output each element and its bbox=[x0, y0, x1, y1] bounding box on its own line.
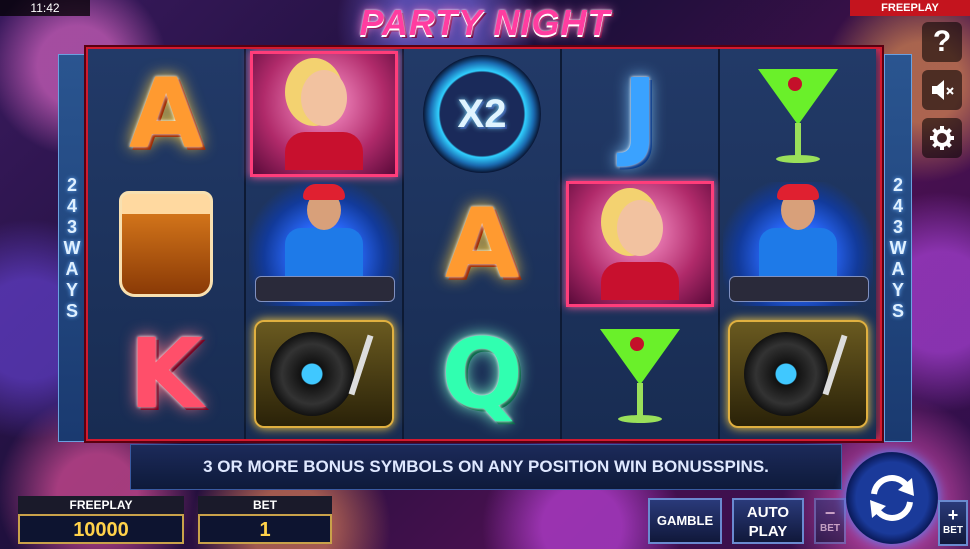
bet-panel: BET 1 bbox=[198, 496, 332, 546]
ways-char: 4 bbox=[892, 195, 903, 216]
balance-panel: FREEPLAY 10000 bbox=[18, 496, 184, 546]
ways-banner-left: 2 4 3 W A Y S bbox=[58, 54, 86, 442]
ways-char: Y bbox=[891, 279, 904, 300]
ways-char: Y bbox=[65, 279, 78, 300]
settings-button[interactable] bbox=[922, 118, 962, 158]
sound-muted-icon bbox=[932, 80, 954, 100]
play-mode-badge: FREEPLAY bbox=[850, 0, 970, 16]
reel-cell bbox=[246, 179, 402, 309]
reel-cell: A bbox=[88, 49, 244, 179]
autoplay-button[interactable]: AUTO PLAY bbox=[732, 498, 804, 544]
ways-char: S bbox=[891, 300, 904, 321]
gear-icon bbox=[930, 126, 954, 150]
turntable-symbol bbox=[254, 320, 394, 428]
sound-button[interactable] bbox=[922, 70, 962, 110]
letter-a-symbol: A bbox=[444, 188, 520, 300]
ways-char: W bbox=[889, 237, 907, 258]
martini-symbol bbox=[748, 59, 848, 169]
x2-multiplier-symbol: X2 bbox=[423, 55, 541, 173]
game-title: PARTY NIGHT bbox=[359, 2, 611, 43]
autoplay-label-line1: AUTO bbox=[746, 504, 790, 521]
letter-q-symbol: Q bbox=[441, 318, 523, 430]
info-message-bar: 3 OR MORE BONUS SYMBOLS ON ANY POSITION … bbox=[130, 444, 842, 490]
ways-char: W bbox=[63, 237, 81, 258]
ways-char: A bbox=[65, 258, 79, 279]
ways-banner-right: 2 4 3 W A Y S bbox=[884, 54, 912, 442]
reel-cell bbox=[720, 309, 876, 439]
clock-time: 11:42 bbox=[0, 0, 90, 16]
reel-cell: A bbox=[404, 179, 560, 309]
reel-cell: Q bbox=[404, 309, 560, 439]
woman-symbol bbox=[250, 51, 398, 177]
reel-3: X2 A Q bbox=[404, 49, 562, 439]
balance-value: 10000 bbox=[18, 514, 184, 544]
reel-cell bbox=[246, 309, 402, 439]
reel-5 bbox=[720, 49, 876, 439]
turntable-symbol bbox=[728, 320, 868, 428]
bet-decrease-label: BET bbox=[820, 523, 840, 534]
spin-button[interactable] bbox=[846, 452, 938, 544]
reel-cell: X2 bbox=[404, 49, 560, 179]
reel-cell bbox=[720, 49, 876, 179]
ways-char: 3 bbox=[892, 216, 903, 237]
ways-char: 4 bbox=[66, 195, 77, 216]
help-icon: ? bbox=[932, 25, 952, 58]
reel-area: A K X2 A Q J bbox=[86, 47, 882, 441]
ways-char: 3 bbox=[66, 216, 77, 237]
reel-cell bbox=[562, 309, 718, 439]
whisky-glass-symbol bbox=[119, 191, 213, 297]
reel-cell bbox=[88, 179, 244, 309]
dj-symbol bbox=[249, 182, 399, 306]
martini-symbol bbox=[590, 319, 690, 429]
reel-cell bbox=[720, 179, 876, 309]
reel-cell: K bbox=[88, 309, 244, 439]
ways-char: A bbox=[891, 258, 905, 279]
ways-char: S bbox=[65, 300, 78, 321]
woman-symbol bbox=[566, 181, 714, 307]
autoplay-label-line2: PLAY bbox=[748, 523, 788, 540]
bet-label: BET bbox=[198, 496, 332, 514]
reel-cell bbox=[246, 49, 402, 179]
bet-value: 1 bbox=[198, 514, 332, 544]
help-button[interactable]: ? bbox=[922, 22, 962, 62]
dj-symbol bbox=[723, 182, 873, 306]
reel-cell bbox=[562, 179, 718, 309]
letter-j-symbol: J bbox=[622, 58, 658, 170]
reel-2 bbox=[246, 49, 404, 439]
letter-a-symbol: A bbox=[128, 58, 204, 170]
spin-arrows-icon bbox=[870, 475, 914, 521]
reel-1: A K bbox=[88, 49, 246, 439]
minus-icon: − bbox=[824, 503, 836, 523]
ways-char: 2 bbox=[892, 174, 903, 195]
gamble-button[interactable]: GAMBLE bbox=[648, 498, 722, 544]
balance-label: FREEPLAY bbox=[18, 496, 184, 514]
ways-char: 2 bbox=[66, 174, 77, 195]
plus-icon: + bbox=[947, 505, 959, 525]
bet-increase-button[interactable]: + BET bbox=[938, 500, 968, 546]
reel-cell: J bbox=[562, 49, 718, 179]
letter-k-symbol: K bbox=[128, 318, 204, 430]
bet-increase-label: BET bbox=[943, 525, 963, 536]
bet-decrease-button[interactable]: − BET bbox=[814, 498, 846, 544]
reel-4: J bbox=[562, 49, 720, 439]
